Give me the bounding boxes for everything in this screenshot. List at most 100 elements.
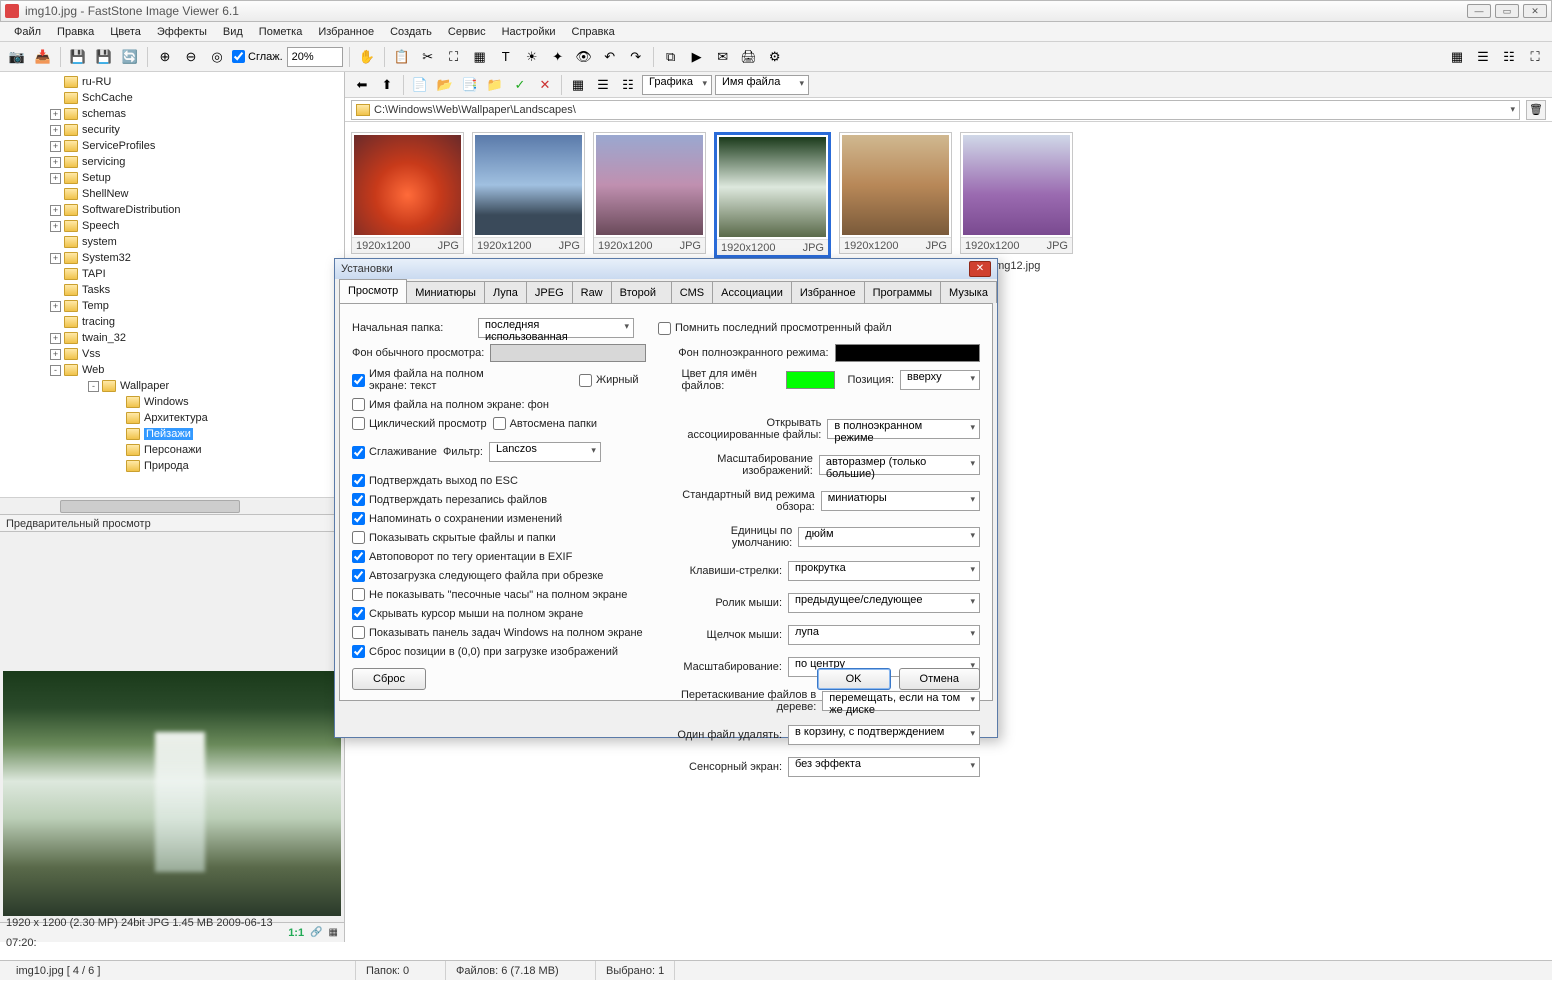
tree-item[interactable]: +twain_32: [0, 330, 344, 346]
redeye-icon[interactable]: 👁: [573, 46, 595, 68]
zoom-combo[interactable]: [287, 47, 343, 67]
name-full-text-checkbox[interactable]: Имя файла на полном экране: текст: [352, 368, 517, 392]
remember-last-checkbox[interactable]: Помнить последний просмотренный файл: [658, 322, 892, 335]
slideshow-icon[interactable]: ▶: [686, 46, 708, 68]
setting-select[interactable]: предыдущее/следующее: [788, 593, 980, 613]
zoom-fit-icon[interactable]: ◎: [206, 46, 228, 68]
rotate-left-icon[interactable]: ↶: [599, 46, 621, 68]
tree-item[interactable]: +SoftwareDistribution: [0, 202, 344, 218]
view-detail-icon[interactable]: ☷: [1498, 46, 1520, 68]
hide-cursor-checkbox[interactable]: Скрывать курсор мыши на полном экране: [352, 607, 657, 620]
bold-checkbox[interactable]: Жирный: [579, 374, 639, 387]
setting-select[interactable]: авторазмер (только большие): [819, 455, 980, 475]
nav-move2-icon[interactable]: 📁: [484, 74, 506, 96]
close-button[interactable]: ✕: [1523, 4, 1547, 18]
setting-select[interactable]: в полноэкранном режиме: [827, 419, 980, 439]
tab-Программы[interactable]: Программы: [864, 281, 941, 303]
maximize-button[interactable]: ▭: [1495, 4, 1519, 18]
tree-item[interactable]: +ServiceProfiles: [0, 138, 344, 154]
tree-item[interactable]: -Wallpaper: [0, 378, 344, 394]
setting-select[interactable]: перемещать, если на том же диске: [822, 691, 980, 711]
tree-item[interactable]: -Web: [0, 362, 344, 378]
setting-select[interactable]: прокрутка: [788, 561, 980, 581]
autoload-next-checkbox[interactable]: Автозагрузка следующего файла при обрезк…: [352, 569, 657, 582]
smoothing-checkbox[interactable]: Сглаж.: [232, 50, 283, 63]
tree-item[interactable]: ShellNew: [0, 186, 344, 202]
tree-item[interactable]: +System32: [0, 250, 344, 266]
tab-Избранное[interactable]: Избранное: [791, 281, 865, 303]
view-mode2-icon[interactable]: ☰: [592, 74, 614, 96]
thumbnail[interactable]: 1920x1200JPG: [960, 132, 1073, 254]
confirm-esc-checkbox[interactable]: Подтверждать выход по ESC: [352, 474, 657, 487]
tree-item[interactable]: +Vss: [0, 346, 344, 362]
path-field[interactable]: C:\Windows\Web\Wallpaper\Landscapes\: [351, 100, 1520, 120]
tab-Второй монитор[interactable]: Второй монитор: [611, 281, 672, 303]
tree-item[interactable]: +Temp: [0, 298, 344, 314]
menu-Правка[interactable]: Правка: [49, 24, 102, 40]
tree-item[interactable]: Windows: [0, 394, 344, 410]
nav-back-icon[interactable]: ⬅: [351, 74, 373, 96]
position-select[interactable]: вверху: [900, 370, 980, 390]
bg-normal-swatch[interactable]: [490, 344, 646, 362]
compare-icon[interactable]: ⧉: [660, 46, 682, 68]
view-list-icon[interactable]: ☰: [1472, 46, 1494, 68]
name-color-swatch[interactable]: [786, 371, 835, 389]
print-icon[interactable]: 🖨: [738, 46, 760, 68]
zoom-out-icon[interactable]: ⊖: [180, 46, 202, 68]
tree-item[interactable]: +Speech: [0, 218, 344, 234]
thumbnail[interactable]: 1920x1200JPG: [351, 132, 464, 254]
setting-select[interactable]: миниатюры: [821, 491, 980, 511]
preview-image[interactable]: [3, 671, 341, 916]
tree-item[interactable]: TAPI: [0, 266, 344, 282]
email-icon[interactable]: ✉: [712, 46, 734, 68]
start-folder-select[interactable]: последняя использованная: [478, 318, 634, 338]
tree-item[interactable]: Пейзажи: [0, 426, 344, 442]
thumbnail[interactable]: 1920x1200JPG: [593, 132, 706, 254]
rotate-right-icon[interactable]: ↷: [625, 46, 647, 68]
ok-button[interactable]: OK: [817, 668, 891, 690]
tree-item[interactable]: Tasks: [0, 282, 344, 298]
folder-tree[interactable]: ru-RUSchCache+schemas+security+ServicePr…: [0, 72, 344, 497]
text-icon[interactable]: T: [495, 46, 517, 68]
tab-Музыка[interactable]: Музыка: [940, 281, 997, 303]
setting-select[interactable]: лупа: [788, 625, 980, 645]
remind-save-checkbox[interactable]: Напоминать о сохранении изменений: [352, 512, 657, 525]
autofolder-checkbox[interactable]: Автосмена папки: [493, 417, 597, 430]
tab-Лупа[interactable]: Лупа: [484, 281, 527, 303]
setting-select[interactable]: без эффекта: [788, 757, 980, 777]
tree-item[interactable]: +servicing: [0, 154, 344, 170]
view-mode3-icon[interactable]: ☷: [617, 74, 639, 96]
menu-Избранное[interactable]: Избранное: [310, 24, 382, 40]
tab-Миниатюры[interactable]: Миниатюры: [406, 281, 485, 303]
acquire-icon[interactable]: 📷: [6, 46, 28, 68]
menu-Эффекты[interactable]: Эффекты: [149, 24, 215, 40]
save-as-icon[interactable]: 💾: [93, 46, 115, 68]
menu-Настройки[interactable]: Настройки: [494, 24, 564, 40]
no-hourglass-checkbox[interactable]: Не показывать "песочные часы" на полном …: [352, 588, 657, 601]
menu-Создать[interactable]: Создать: [382, 24, 440, 40]
resize-icon[interactable]: ⛶: [443, 46, 465, 68]
menu-Файл[interactable]: Файл: [6, 24, 49, 40]
tab-Просмотр[interactable]: Просмотр: [339, 279, 407, 303]
crop-icon[interactable]: ✂: [417, 46, 439, 68]
trash-button[interactable]: 🗑: [1526, 100, 1546, 120]
chain-icon[interactable]: 🔗: [310, 923, 322, 943]
reload-icon[interactable]: 🔄: [119, 46, 141, 68]
tree-item[interactable]: +security: [0, 122, 344, 138]
tree-item[interactable]: Природа: [0, 458, 344, 474]
fullscreen-icon[interactable]: ⛶: [1524, 46, 1546, 68]
layout-icon[interactable]: ▦: [329, 923, 338, 943]
tree-item[interactable]: SchCache: [0, 90, 344, 106]
tree-item[interactable]: tracing: [0, 314, 344, 330]
tab-CMS[interactable]: CMS: [671, 281, 713, 303]
setting-select[interactable]: в корзину, с подтверждением: [788, 725, 980, 745]
filter-select[interactable]: Lanczos: [489, 442, 601, 462]
sharpen-icon[interactable]: ✦: [547, 46, 569, 68]
cycle-checkbox[interactable]: Циклический просмотр: [352, 417, 487, 430]
thumbnail[interactable]: 1920x1200JPG: [472, 132, 585, 254]
nav-delete-icon[interactable]: ✕: [534, 74, 556, 96]
tree-item[interactable]: Архитектура: [0, 410, 344, 426]
smooth-checkbox[interactable]: Сглаживание: [352, 446, 437, 459]
reset-button[interactable]: Сброс: [352, 668, 426, 690]
nav-up-icon[interactable]: ⬆: [376, 74, 398, 96]
